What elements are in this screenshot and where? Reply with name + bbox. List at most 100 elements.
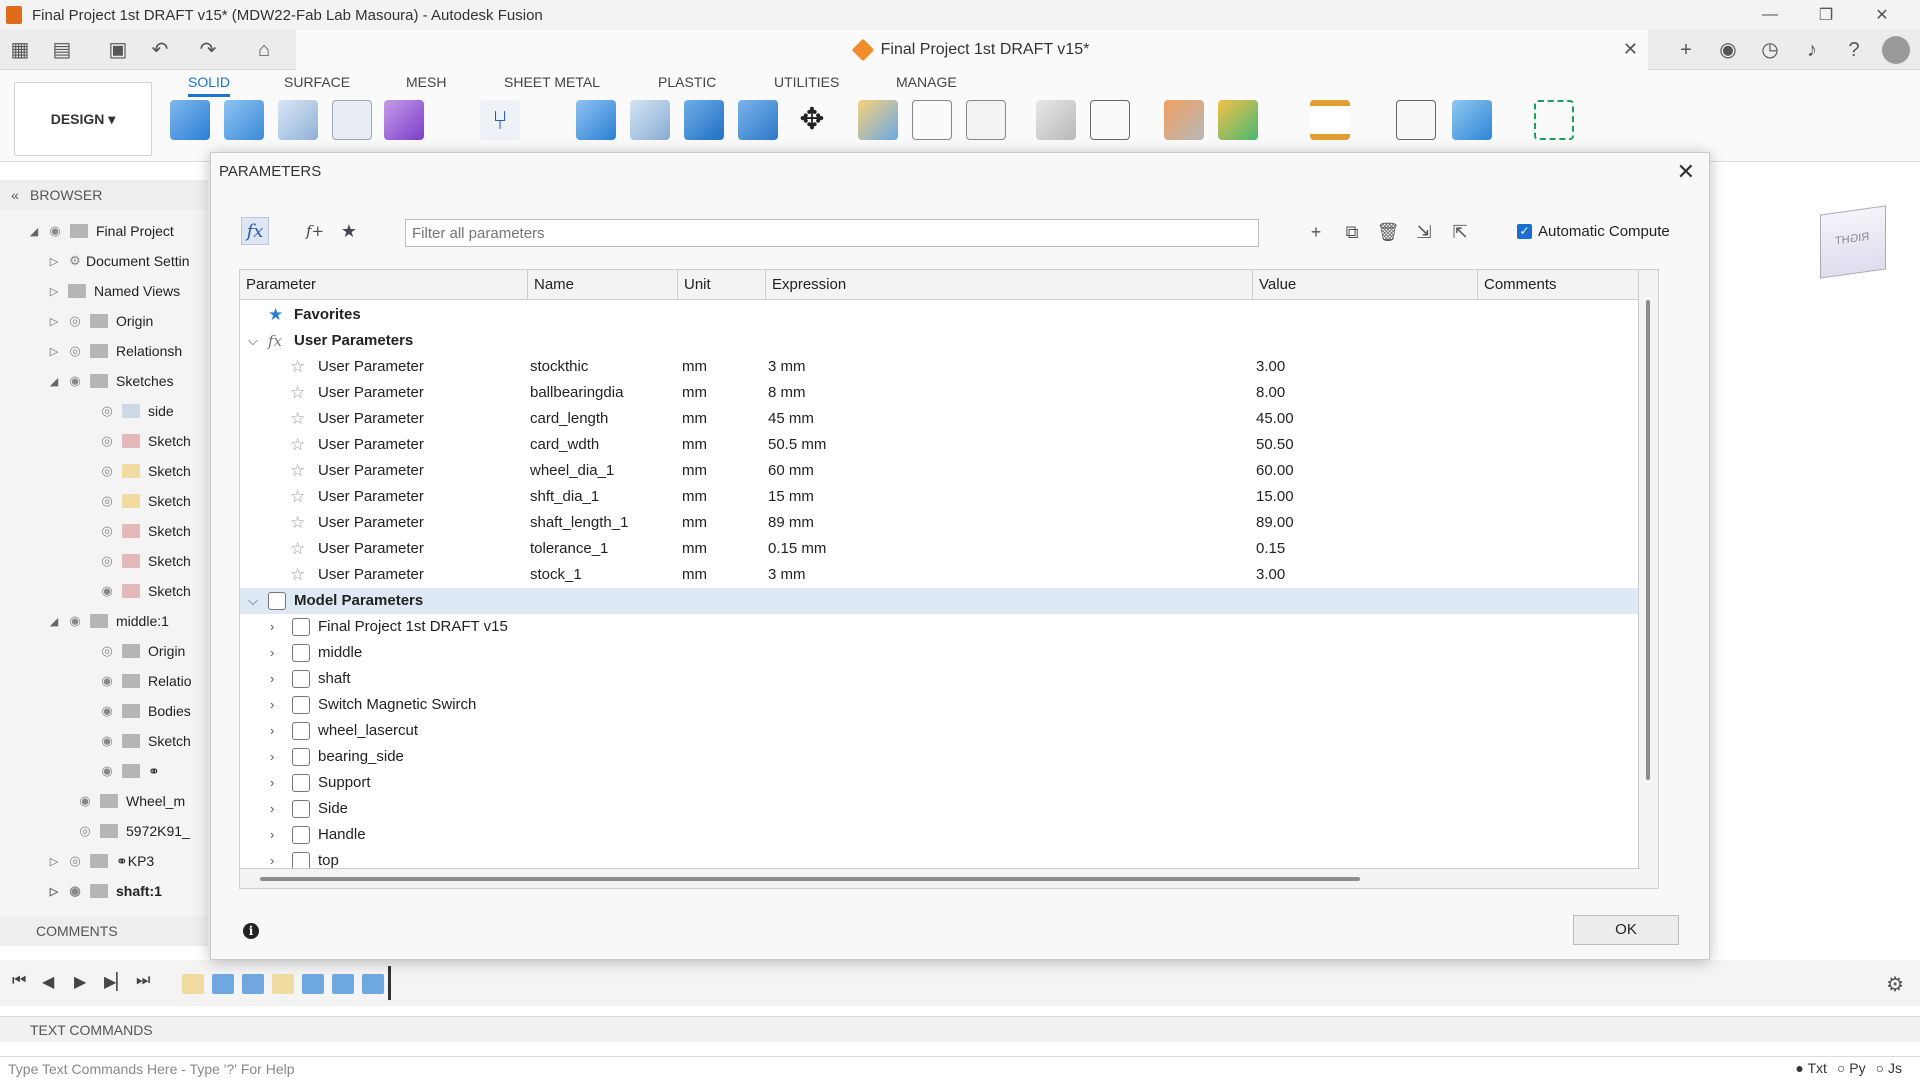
function-fx-icon[interactable]: fx: [241, 217, 269, 245]
user-parameter-row[interactable]: ☆ User Parameter shaft_length_1 mm 89 mm…: [240, 510, 1654, 536]
tab-plastic[interactable]: PLASTIC: [658, 74, 716, 90]
tab-sheet-metal[interactable]: SHEET METAL: [504, 74, 600, 90]
browser-item-linked-component[interactable]: ▷ ◎ ⚭ KP3: [44, 848, 154, 874]
timeline-feature-sketch[interactable]: [272, 974, 294, 994]
help-icon[interactable]: ?: [1840, 36, 1868, 64]
expression-cell[interactable]: 0.15 mm: [768, 536, 826, 562]
mode-py-radio[interactable]: ○ Py: [1837, 1060, 1866, 1076]
step-back-icon[interactable]: ◀: [42, 972, 54, 992]
browser-item-named-views[interactable]: ▷ Named Views: [44, 278, 180, 304]
favorite-star-outline-icon[interactable]: ☆: [290, 354, 305, 380]
expression-cell[interactable]: 8 mm: [768, 380, 806, 406]
expression-cell[interactable]: 60 mm: [768, 458, 814, 484]
user-parameter-row[interactable]: ☆ User Parameter tolerance_1 mm 0.15 mm …: [240, 536, 1654, 562]
workspace-switcher-button[interactable]: DESIGN ▾: [14, 82, 152, 156]
timeline-feature-sketch[interactable]: [182, 974, 204, 994]
expression-cell[interactable]: 3 mm: [768, 354, 806, 380]
file-menu-icon[interactable]: ▤: [50, 38, 74, 62]
expression-cell[interactable]: 89 mm: [768, 510, 814, 536]
fork-select-icon[interactable]: ⑂: [480, 100, 520, 140]
ok-button[interactable]: OK: [1573, 915, 1679, 945]
browser-item-linked-component[interactable]: ◉ ⚭: [96, 758, 159, 784]
close-window-button[interactable]: ✕: [1854, 5, 1910, 25]
name-cell[interactable]: shft_dia_1: [530, 484, 599, 510]
column-header-comments[interactable]: Comments: [1478, 270, 1654, 300]
user-parameter-row[interactable]: ☆ User Parameter wheel_dia_1 mm 60 mm 60…: [240, 458, 1654, 484]
favorites-group-row[interactable]: ★ Favorites: [240, 302, 1654, 328]
browser-item-relationships[interactable]: ◉ Relatio: [96, 668, 191, 694]
fillet-icon[interactable]: [630, 100, 670, 140]
measure-icon[interactable]: [1310, 100, 1350, 140]
column-header-expression[interactable]: Expression: [766, 270, 1253, 300]
chevron-right-icon[interactable]: ›: [270, 666, 274, 692]
tab-surface[interactable]: SURFACE: [284, 74, 350, 90]
chevron-right-icon[interactable]: ›: [270, 770, 274, 796]
import-icon[interactable]: ⇲: [1411, 219, 1437, 245]
user-avatar[interactable]: [1882, 36, 1910, 64]
chevron-right-icon[interactable]: ›: [270, 614, 274, 640]
save-icon[interactable]: ▣: [106, 38, 130, 62]
add-icon[interactable]: +: [1303, 219, 1329, 245]
name-cell[interactable]: card_length: [530, 406, 608, 432]
offset-face-icon[interactable]: [738, 100, 778, 140]
viewcube[interactable]: RIGHT: [1820, 205, 1886, 279]
model-component-row[interactable]: › wheel_lasercut: [240, 718, 1654, 744]
tab-utilities[interactable]: UTILITIES: [774, 74, 839, 90]
data-panel-grid-icon[interactable]: ▦: [8, 38, 32, 62]
model-component-row[interactable]: › bearing_side: [240, 744, 1654, 770]
timeline-feature-extrude[interactable]: [332, 974, 354, 994]
model-component-row[interactable]: › Handle: [240, 822, 1654, 848]
tab-manage[interactable]: MANAGE: [896, 74, 957, 90]
browser-item-origin[interactable]: ◎ Origin: [96, 638, 185, 664]
browser-item-sketch[interactable]: ◎ Sketch: [96, 548, 190, 574]
mode-js-radio[interactable]: ○ Js: [1876, 1060, 1902, 1076]
restore-button[interactable]: ❐: [1798, 5, 1854, 25]
parameters-table-icon[interactable]: [1090, 100, 1130, 140]
browser-item-sketch[interactable]: ◎ side: [96, 398, 173, 424]
step-forward-icon[interactable]: ▶▏: [104, 972, 129, 992]
document-tab[interactable]: Final Project 1st DRAFT v15* ✕: [296, 30, 1648, 70]
favorite-star-outline-icon[interactable]: ☆: [290, 562, 305, 588]
redo-icon[interactable]: ↷: [196, 38, 220, 62]
automatic-compute-checkbox[interactable]: ✓: [1517, 224, 1532, 239]
section-analysis-icon[interactable]: [1218, 100, 1258, 140]
dialog-close-button[interactable]: ✕: [1677, 159, 1695, 185]
browser-item-sketch[interactable]: ◎ Sketch: [96, 488, 190, 514]
vertical-scroll-thumb[interactable]: [1646, 300, 1650, 780]
collapse-panel-icon[interactable]: «: [0, 187, 30, 203]
export-icon[interactable]: ⇱: [1447, 219, 1473, 245]
press-pull-icon[interactable]: [576, 100, 616, 140]
horizontal-scrollbar[interactable]: [240, 868, 1640, 888]
copy-icon[interactable]: ⧉: [1339, 219, 1365, 245]
timeline-settings-gear-icon[interactable]: ⚙: [1886, 972, 1904, 997]
construct-plane-icon[interactable]: [1036, 100, 1076, 140]
new-tab-plus-icon[interactable]: +: [1672, 36, 1700, 64]
revolve-icon[interactable]: [278, 100, 318, 140]
user-parameters-group-row[interactable]: ⌵ fx User Parameters: [240, 328, 1654, 354]
go-to-end-icon[interactable]: ⏭: [136, 972, 150, 990]
filter-parameters-input[interactable]: [405, 219, 1259, 247]
home-icon[interactable]: ⌂: [252, 38, 276, 62]
go-to-start-icon[interactable]: ⏮: [12, 972, 26, 990]
minimize-button[interactable]: —: [1742, 6, 1798, 24]
tab-solid[interactable]: SOLID: [188, 74, 231, 97]
browser-item-sketch[interactable]: ◎ Sketch: [96, 428, 190, 454]
tab-mesh[interactable]: MESH: [406, 74, 446, 90]
name-cell[interactable]: wheel_dia_1: [530, 458, 614, 484]
insert-image-icon[interactable]: [1452, 100, 1492, 140]
vertical-scrollbar[interactable]: [1638, 270, 1658, 888]
column-header-parameter[interactable]: Parameter: [240, 270, 528, 300]
browser-item-sketch[interactable]: ◎ Sketch: [96, 518, 190, 544]
user-parameter-row[interactable]: ☆ User Parameter shft_dia_1 mm 15 mm 15.…: [240, 484, 1654, 510]
name-cell[interactable]: stock_1: [530, 562, 582, 588]
favorites-star-icon[interactable]: ★: [335, 217, 363, 245]
model-component-row[interactable]: › Switch Magnetic Swirch: [240, 692, 1654, 718]
chevron-right-icon[interactable]: ›: [270, 692, 274, 718]
browser-item-sketch[interactable]: ◉ Sketch: [96, 578, 190, 604]
chevron-right-icon[interactable]: ›: [270, 718, 274, 744]
model-component-row[interactable]: › Final Project 1st DRAFT v15: [240, 614, 1654, 640]
user-parameter-row[interactable]: ☆ User Parameter card_wdth mm 50.5 mm 50…: [240, 432, 1654, 458]
user-parameter-row[interactable]: ☆ User Parameter card_length mm 45 mm 45…: [240, 406, 1654, 432]
extensions-icon[interactable]: ◉: [1714, 36, 1742, 64]
favorite-star-outline-icon[interactable]: ☆: [290, 458, 305, 484]
